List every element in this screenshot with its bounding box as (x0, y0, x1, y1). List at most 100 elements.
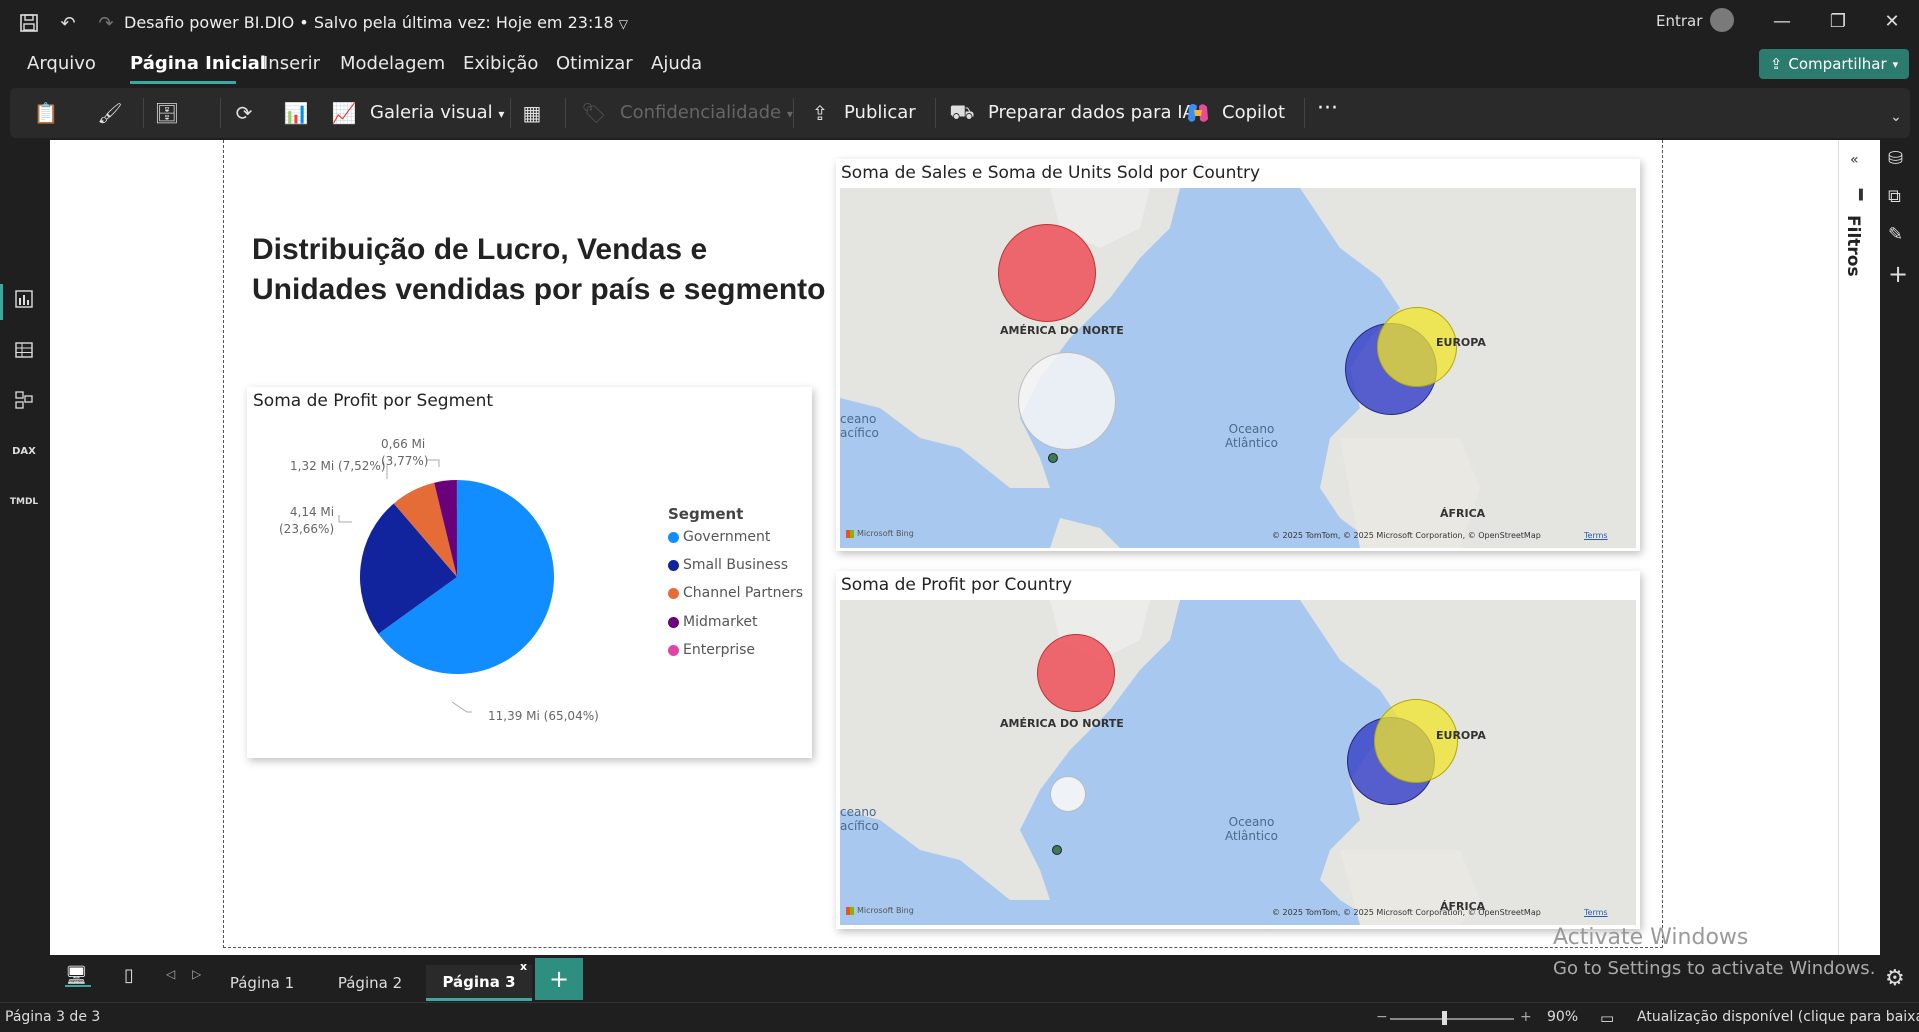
map2-area[interactable]: AMÉRICA DO NORTE EUROPA ÁFRICA Oceano Atl… (840, 600, 1636, 925)
report-view-icon[interactable] (10, 285, 38, 313)
chevron-down-icon: ▾ (1892, 57, 1899, 71)
minimize-icon[interactable]: — (1770, 10, 1794, 34)
get-data-icon[interactable]: 🗄 (153, 100, 181, 126)
visual-gallery-button[interactable]: Galeria visual ▾ (370, 102, 504, 123)
map-card-sales-units[interactable]: Soma de Sales e Soma de Units Sold por C… (836, 159, 1640, 551)
visualizations-pane-icon[interactable]: ⧉ (1888, 186, 1901, 207)
map-bubble-canada[interactable] (1037, 634, 1115, 712)
map-copyright: © 2025 TomTom, © 2025 Microsoft Corporat… (1272, 908, 1541, 917)
map-bubble-mexico[interactable] (1052, 845, 1062, 855)
refresh-icon[interactable]: ⟳ (230, 100, 258, 126)
desktop-layout-icon[interactable]: 🖥 (65, 965, 91, 987)
menu-otimizar[interactable]: Otimizar (556, 53, 633, 74)
report-title-line1: Distribuição de Lucro, Vendas e (252, 233, 708, 266)
map-terms-link[interactable]: Terms (1584, 531, 1608, 540)
tab-pagina-1[interactable]: Página 1 (212, 965, 312, 1001)
bing-logo: Microsoft Bing (846, 906, 914, 915)
avatar[interactable] (1710, 8, 1734, 32)
publish-button[interactable]: Publicar (844, 102, 916, 123)
redo-icon[interactable]: ↷ (93, 10, 119, 36)
publish-icon[interactable]: ⇪ (806, 100, 834, 126)
prev-page-icon[interactable]: ◁ (166, 967, 175, 981)
map2-basemap (840, 600, 1636, 925)
filters-label[interactable]: Filtros (1843, 215, 1863, 277)
prepare-ai-button[interactable]: Preparar dados para IA (988, 102, 1195, 123)
menu-ajuda[interactable]: Ajuda (651, 53, 702, 74)
menu-inserir[interactable]: Inserir (263, 53, 320, 74)
share-button[interactable]: ⇪ Compartilhar ▾ (1759, 49, 1909, 79)
restore-icon[interactable]: ❐ (1826, 10, 1850, 34)
map-bubble-usa[interactable] (1050, 776, 1086, 812)
update-available-link[interactable]: Atualização disponível (clique para baix… (1637, 1009, 1919, 1025)
copilot-button[interactable]: Copilot (1222, 102, 1285, 123)
tmdl-view-icon[interactable]: TMDL (10, 488, 38, 516)
map-label-north-america: AMÉRICA DO NORTE (1000, 717, 1124, 730)
share-icon: ⇪ (1769, 55, 1783, 73)
data-pane-icon[interactable]: ⛁ (1888, 148, 1903, 169)
data-label-government: 11,39 Mi (65,04%) (488, 709, 599, 723)
save-icon[interactable] (16, 10, 42, 36)
map-label-africa: ÁFRICA (1440, 507, 1486, 520)
zoom-out-icon[interactable]: − (1376, 1009, 1388, 1025)
new-visual-icon[interactable]: 📊 (282, 100, 310, 126)
legend-item-channel-partners[interactable]: Channel Partners (668, 585, 803, 601)
map-label-pacific-line2: acífico (840, 426, 879, 440)
calculator-icon[interactable]: ▦ (518, 100, 546, 126)
model-view-icon[interactable] (10, 386, 38, 414)
map-terms-link[interactable]: Terms (1584, 908, 1608, 917)
sensitivity-button: Confidencialidade ▾ (620, 102, 793, 123)
pie-chart-card[interactable]: Soma de Profit por Segment 11,39 Mi (65,… (247, 387, 812, 758)
map2-title: Soma de Profit por Country (841, 575, 1073, 595)
zoom-slider[interactable] (1390, 1018, 1514, 1020)
map-bubble-canada[interactable] (998, 224, 1096, 322)
copilot-icon[interactable] (1184, 100, 1212, 126)
map-bubble-mexico[interactable] (1048, 453, 1058, 463)
legend-label: Enterprise (683, 642, 756, 658)
data-label-small-business-value: 4,14 Mi (289, 505, 335, 519)
map-bubble-usa[interactable] (1018, 352, 1116, 450)
menu-modelagem[interactable]: Modelagem (340, 53, 445, 74)
prepare-ai-icon[interactable]: ⛟ (948, 100, 976, 126)
settings-gear-icon[interactable]: ⚙ (1885, 966, 1905, 991)
close-tab-icon[interactable]: x (520, 960, 527, 973)
data-label-small-business: 4,14 Mi (23,66%) (279, 504, 334, 538)
signin-link[interactable]: Entrar (1656, 12, 1702, 30)
menu-arquivo[interactable]: Arquivo (27, 53, 96, 74)
menu-exibicao[interactable]: Exibição (463, 53, 538, 74)
add-page-button[interactable]: + (535, 958, 583, 1000)
fit-to-page-icon[interactable]: ▭ (1600, 1009, 1614, 1027)
map-label-ocean-line2: Atlântico (1225, 829, 1278, 843)
zoom-slider-thumb[interactable] (1442, 1011, 1447, 1025)
legend-item-midmarket[interactable]: Midmarket (668, 614, 758, 630)
map1-area[interactable]: AMÉRICA DO NORTE EUROPA ÁFRICA Oceano Atl… (840, 188, 1636, 548)
report-title[interactable]: Distribuição de Lucro, Vendas e Unidades… (252, 230, 832, 310)
legend-item-enterprise[interactable]: Enterprise (668, 642, 755, 658)
zoom-in-icon[interactable]: + (1520, 1009, 1532, 1025)
format-painter-icon[interactable]: 🖌 (96, 100, 124, 126)
table-view-icon[interactable] (10, 336, 38, 364)
add-pane-icon[interactable]: + (1888, 260, 1908, 288)
visual-gallery-icon[interactable]: 📈 (330, 100, 358, 126)
format-pane-icon[interactable]: ✎ (1888, 224, 1903, 245)
next-page-icon[interactable]: ▷ (192, 967, 201, 981)
map-card-profit[interactable]: Soma de Profit por Country AMÉRICA DO NO… (836, 571, 1640, 929)
more-options-icon[interactable]: ··· (1317, 96, 1338, 121)
document-title[interactable]: Desafio power BI.DIO • Salvo pela última… (124, 13, 628, 32)
legend-item-small-business[interactable]: Small Business (668, 557, 788, 573)
tab-pagina-2[interactable]: Página 2 (320, 965, 420, 1001)
mobile-layout-icon[interactable]: ▯ (124, 965, 134, 986)
undo-icon[interactable]: ↶ (55, 10, 81, 36)
dax-query-icon[interactable]: DAX (10, 437, 38, 465)
chevron-down-icon[interactable]: ▽ (619, 17, 628, 31)
menu-pagina-inicial[interactable]: Página Inicial (130, 53, 266, 74)
active-view-indicator (0, 284, 3, 320)
tab-pagina-3[interactable]: Página 3 (426, 965, 532, 1001)
paste-icon[interactable]: 📋 (32, 100, 60, 126)
legend-item-government[interactable]: Government (668, 529, 770, 545)
legend-label: Government (683, 529, 771, 545)
zoom-level[interactable]: 90% (1547, 1009, 1578, 1025)
map1-basemap (840, 188, 1636, 548)
ribbon-collapse-icon[interactable]: ⌄ (1882, 104, 1910, 130)
expand-filters-icon[interactable]: « (1850, 152, 1859, 168)
close-icon[interactable]: ✕ (1880, 10, 1904, 34)
